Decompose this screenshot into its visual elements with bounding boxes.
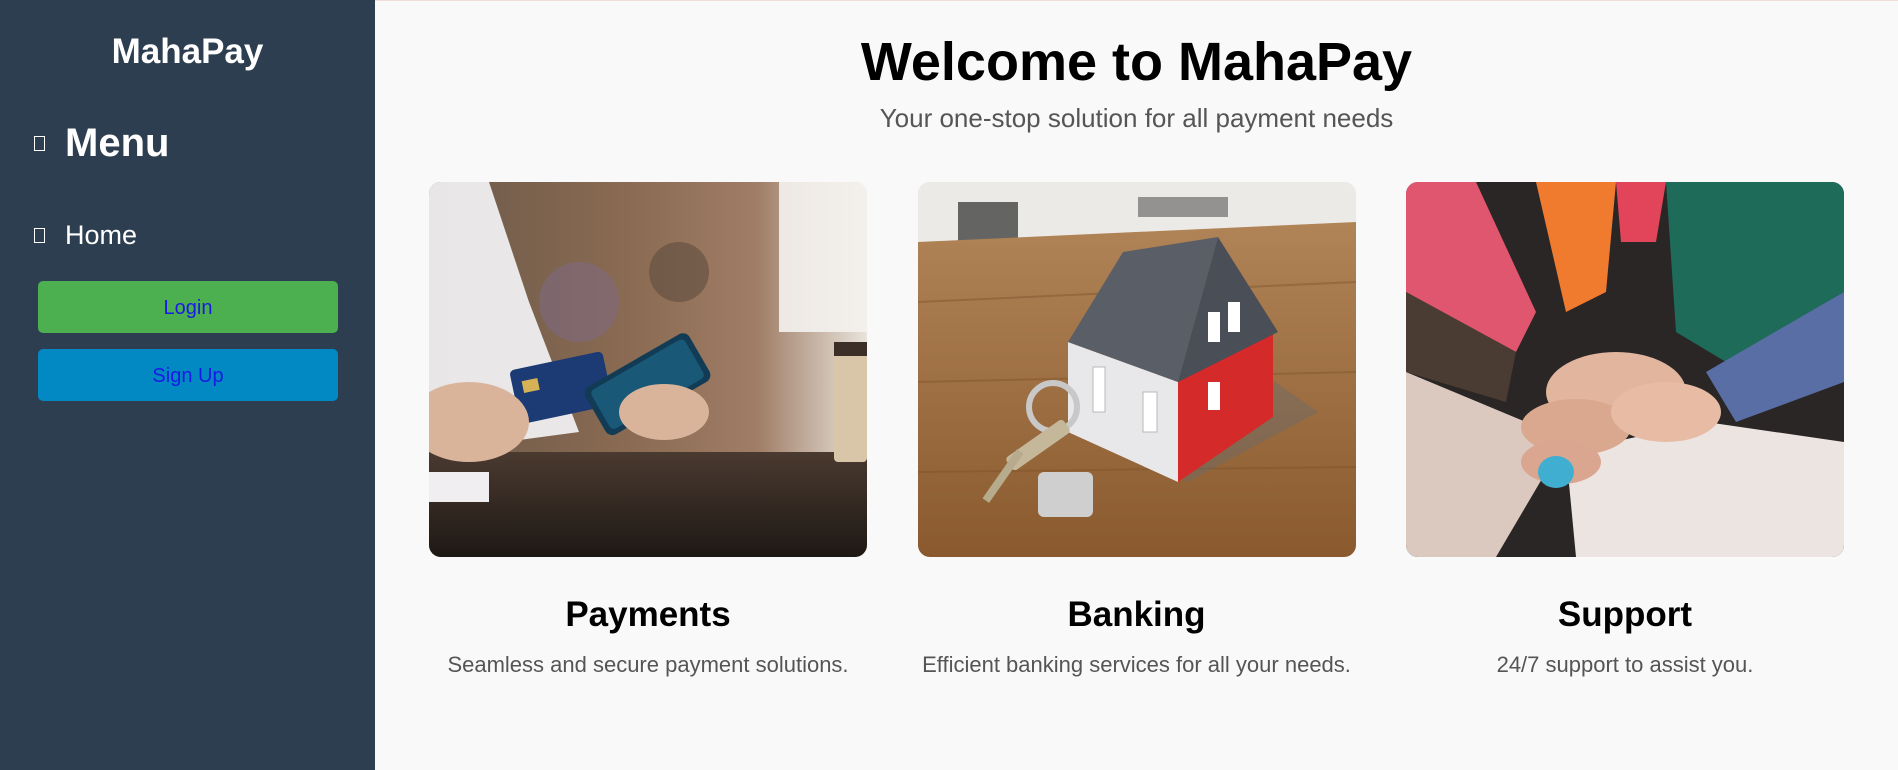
banking-image	[917, 182, 1356, 557]
page-subtitle: Your one-stop solution for all payment n…	[879, 103, 1394, 133]
card-title: Banking	[1067, 595, 1206, 634]
card-description: Seamless and secure payment solutions.	[447, 652, 849, 677]
box-icon	[34, 136, 45, 151]
card-description: 24/7 support to assist you.	[1496, 652, 1754, 677]
sidebar-item-label: Home	[65, 220, 138, 250]
menu-header: Menu	[0, 121, 375, 166]
card-title: Payments	[565, 595, 731, 634]
support-image	[1406, 182, 1844, 557]
signup-button[interactable]: Sign Up	[38, 349, 338, 401]
card-description: Efficient banking services for all your …	[922, 652, 1351, 677]
sidebar: MahaPay Menu Home Login Sign Up	[0, 0, 375, 770]
sidebar-item-home[interactable]: Home	[0, 220, 375, 251]
payments-image	[429, 182, 867, 557]
page-title: Welcome to MahaPay	[860, 32, 1413, 92]
feature-card-payments: Payments Seamless and secure payment sol…	[429, 182, 867, 679]
feature-cards: Payments Seamless and secure payment sol…	[375, 182, 1898, 679]
menu-title: Menu	[65, 121, 170, 165]
box-icon	[34, 228, 45, 243]
main-content: Welcome to MahaPay Your one-stop solutio…	[375, 0, 1898, 770]
brand-title: MahaPay	[111, 32, 264, 71]
card-title: Support	[1557, 595, 1693, 634]
feature-card-support: Support 24/7 support to assist you.	[1406, 182, 1844, 679]
login-button[interactable]: Login	[38, 281, 338, 333]
app: MahaPay Menu Home Login Sign Up Welcome …	[0, 0, 1898, 770]
feature-card-banking: Banking Efficient banking services for a…	[917, 182, 1356, 679]
